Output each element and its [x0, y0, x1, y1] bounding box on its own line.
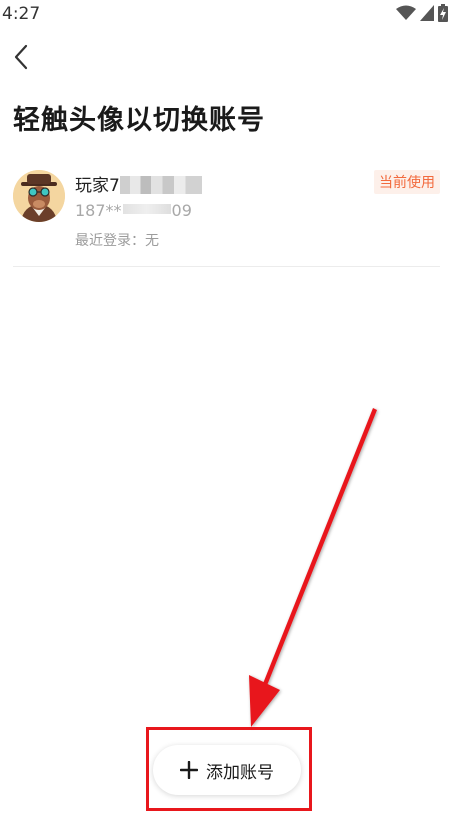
signal-icon: [420, 5, 434, 25]
status-bar: 4:27: [0, 0, 458, 30]
last-login-text: 最近登录：无: [75, 233, 159, 249]
account-phone-suffix: 09: [171, 201, 192, 220]
add-account-button[interactable]: 添加账号: [153, 745, 301, 795]
status-time: 4:27: [2, 4, 41, 24]
back-button[interactable]: [8, 42, 34, 72]
account-switch-page: 4:27 轻触头像以切换账号 玩家7 187** 09 最近登录：无 当前使用 …: [0, 0, 458, 820]
account-phone: 187** 09: [75, 201, 192, 220]
account-name: 玩家7: [75, 171, 202, 196]
battery-charging-icon: [438, 4, 448, 26]
chevron-left-icon: [14, 44, 28, 70]
account-list-item[interactable]: 玩家7 187** 09 最近登录：无 当前使用: [13, 164, 440, 267]
plus-icon: [180, 761, 198, 779]
account-phone-prefix: 187**: [75, 201, 122, 220]
account-name-text: 玩家7: [75, 176, 120, 196]
page-title: 轻触头像以切换账号: [13, 105, 265, 136]
phone-redaction: [122, 204, 171, 214]
avatar[interactable]: [13, 170, 65, 222]
name-redaction: [119, 176, 202, 194]
current-account-badge: 当前使用: [374, 170, 440, 194]
add-account-label: 添加账号: [206, 762, 274, 783]
wifi-icon: [396, 5, 416, 25]
status-icons: [396, 4, 448, 26]
